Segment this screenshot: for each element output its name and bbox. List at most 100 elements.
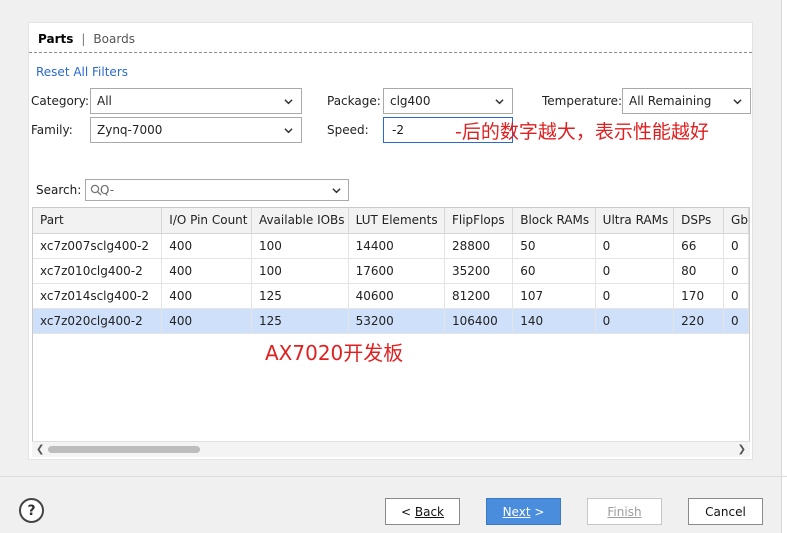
table-cell: 14400 — [348, 233, 445, 259]
table-cell: xc7z020clg400-2 — [33, 308, 163, 334]
reset-all-filters-link[interactable]: Reset All Filters — [36, 65, 128, 79]
family-value: Zynq-7000 — [97, 123, 163, 137]
search-label: Search: — [36, 183, 82, 197]
temperature-label: Temperature: — [542, 94, 623, 108]
tab-boards[interactable]: Boards — [93, 32, 135, 46]
back-arrow: < — [400, 504, 415, 519]
speed-label: Speed: — [327, 123, 369, 137]
parts-table: Part I/O Pin Count Available IOBs LUT El… — [33, 208, 749, 334]
table-cell: 0 — [723, 258, 749, 284]
search-placeholder: Q- — [100, 183, 115, 197]
back-button[interactable]: < Back — [385, 498, 460, 525]
table-cell: 40600 — [348, 283, 445, 309]
table-cell: 66 — [673, 233, 725, 259]
table-cell: 17600 — [348, 258, 445, 284]
table-cell: xc7z014sclg400-2 — [33, 283, 163, 309]
family-select[interactable]: Zynq-7000 — [90, 117, 302, 143]
scrollbar-thumb[interactable] — [48, 446, 200, 453]
table-cell: 106400 — [444, 308, 514, 334]
table-row[interactable]: xc7z007sclg400-2 400 100 14400 28800 50 … — [33, 233, 749, 259]
table-cell: 0 — [723, 308, 749, 334]
column-header[interactable]: I/O Pin Count — [161, 208, 252, 234]
column-header[interactable]: Block RAMs — [512, 208, 596, 234]
parts-panel: Parts | Boards Reset All Filters Categor… — [28, 22, 753, 460]
scroll-left-icon[interactable]: ❮ — [36, 444, 44, 455]
column-header[interactable]: Ultra RAMs — [595, 208, 675, 234]
column-header[interactable]: DSPs — [673, 208, 725, 234]
table-cell: 60 — [512, 258, 596, 284]
column-header[interactable]: Gb — [723, 208, 749, 234]
next-label: Next — [502, 504, 531, 519]
table-cell: 0 — [595, 283, 675, 309]
window-edge — [781, 0, 787, 533]
table-cell: 140 — [512, 308, 596, 334]
chevron-down-icon — [495, 99, 504, 105]
cancel-button[interactable]: Cancel — [688, 498, 763, 525]
table-row[interactable]: xc7z014sclg400-2 400 125 40600 81200 107… — [33, 283, 749, 309]
finish-label: Finish — [607, 504, 642, 519]
table-cell: 81200 — [444, 283, 514, 309]
table-cell: 28800 — [444, 233, 514, 259]
tab-parts[interactable]: Parts — [38, 32, 73, 46]
table-cell: 400 — [161, 258, 252, 284]
table-cell: 0 — [595, 233, 675, 259]
tab-divider — [29, 52, 752, 53]
package-value: clg400 — [390, 94, 431, 108]
table-cell: 170 — [673, 283, 725, 309]
finish-button[interactable]: Finish — [587, 498, 662, 525]
package-select[interactable]: clg400 — [383, 88, 513, 114]
category-select[interactable]: All — [90, 88, 302, 114]
next-button[interactable]: Next > — [486, 498, 561, 525]
scroll-right-icon[interactable]: ❯ — [738, 444, 746, 455]
table-cell: 53200 — [348, 308, 445, 334]
chevron-down-icon — [284, 99, 293, 105]
table-cell: 125 — [251, 283, 349, 309]
speed-value: -2 — [392, 123, 404, 137]
column-header[interactable]: LUT Elements — [348, 208, 445, 234]
table-cell: 400 — [161, 308, 252, 334]
horizontal-scrollbar[interactable]: ❮ ❯ — [32, 441, 750, 457]
back-label: Back — [414, 504, 444, 519]
category-value: All — [97, 94, 112, 108]
table-row[interactable]: xc7z010clg400-2 400 100 17600 35200 60 0… — [33, 258, 749, 284]
table-cell: 80 — [673, 258, 725, 284]
table-cell: 400 — [161, 283, 252, 309]
column-header[interactable]: Part — [33, 208, 163, 234]
tab-separator: | — [81, 32, 86, 46]
table-header-row: Part I/O Pin Count Available IOBs LUT El… — [33, 208, 749, 234]
column-header[interactable]: FlipFlops — [444, 208, 514, 234]
cancel-label: Cancel — [705, 504, 746, 519]
speed-annotation: -后的数字越大，表示性能越好 — [455, 121, 709, 143]
table-cell: xc7z007sclg400-2 — [33, 233, 163, 259]
table-row-selected[interactable]: xc7z020clg400-2 400 125 53200 106400 140… — [33, 308, 749, 334]
table-cell: 125 — [251, 308, 349, 334]
table-cell: 35200 — [444, 258, 514, 284]
table-cell: 100 — [251, 233, 349, 259]
table-cell: 0 — [723, 283, 749, 309]
chevron-down-icon — [332, 188, 341, 194]
table-cell: 400 — [161, 233, 252, 259]
table-cell: 0 — [595, 258, 675, 284]
column-header[interactable]: Available IOBs — [251, 208, 349, 234]
search-input[interactable]: Q- — [85, 179, 349, 201]
tab-bar: Parts | Boards — [38, 31, 135, 47]
temperature-value: All Remaining — [629, 94, 712, 108]
chevron-down-icon — [284, 128, 293, 134]
table-cell: 220 — [673, 308, 725, 334]
table-cell: 107 — [512, 283, 596, 309]
help-button[interactable]: ? — [19, 498, 44, 523]
temperature-select[interactable]: All Remaining — [622, 88, 751, 114]
category-label: Category: — [31, 94, 89, 108]
footer-divider — [0, 476, 787, 477]
table-cell: 50 — [512, 233, 596, 259]
next-arrow: > — [530, 504, 545, 519]
table-cell: 0 — [723, 233, 749, 259]
table-cell: xc7z010clg400-2 — [33, 258, 163, 284]
table-cell: 0 — [595, 308, 675, 334]
family-label: Family: — [31, 123, 73, 137]
package-label: Package: — [327, 94, 381, 108]
table-cell: 100 — [251, 258, 349, 284]
parts-table-container: Part I/O Pin Count Available IOBs LUT El… — [32, 207, 750, 457]
board-annotation: AX7020开发板 — [265, 341, 404, 365]
chevron-down-icon — [733, 99, 742, 105]
